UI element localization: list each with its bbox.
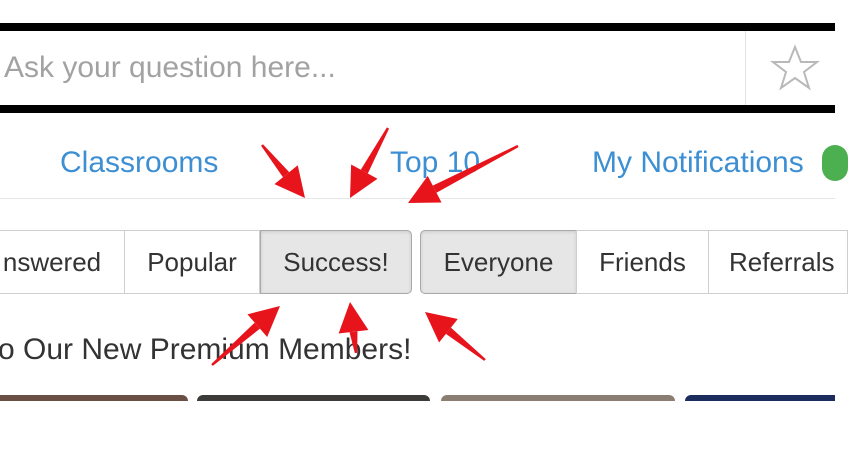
star-outline-icon — [770, 44, 820, 91]
notification-badge[interactable] — [822, 145, 848, 181]
search-bar — [0, 31, 835, 105]
tab-everyone[interactable]: Everyone — [420, 230, 577, 294]
tab-success[interactable]: Success! — [260, 230, 412, 294]
member-thumbnail[interactable] — [0, 395, 188, 401]
member-thumbnail[interactable] — [197, 395, 430, 401]
tab-answered[interactable]: nswered — [0, 230, 125, 294]
member-thumbnail[interactable] — [685, 395, 835, 401]
annotation-arrow — [261, 144, 305, 198]
screenshot: Classrooms Top 10 My Notifications nswer… — [0, 0, 860, 474]
tab-popular[interactable]: Popular — [124, 230, 260, 294]
nav-link-top-10[interactable]: Top 10 — [390, 146, 480, 180]
nav-link-classrooms[interactable]: Classrooms — [60, 146, 218, 180]
member-thumbnail[interactable] — [441, 395, 675, 401]
search-input[interactable] — [0, 31, 743, 105]
search-bar-top-border — [0, 23, 835, 31]
favorite-button[interactable] — [745, 31, 836, 105]
nav-divider — [0, 198, 835, 199]
search-bar-bottom-border — [0, 105, 835, 113]
section-heading: o Our New Premium Members! — [0, 333, 412, 366]
annotation-arrow — [425, 312, 486, 361]
tab-friends[interactable]: Friends — [576, 230, 709, 294]
annotation-arrow — [350, 127, 390, 198]
tab-referrals[interactable]: Referrals — [708, 230, 848, 294]
nav-link-my-notifications[interactable]: My Notifications — [592, 146, 804, 180]
